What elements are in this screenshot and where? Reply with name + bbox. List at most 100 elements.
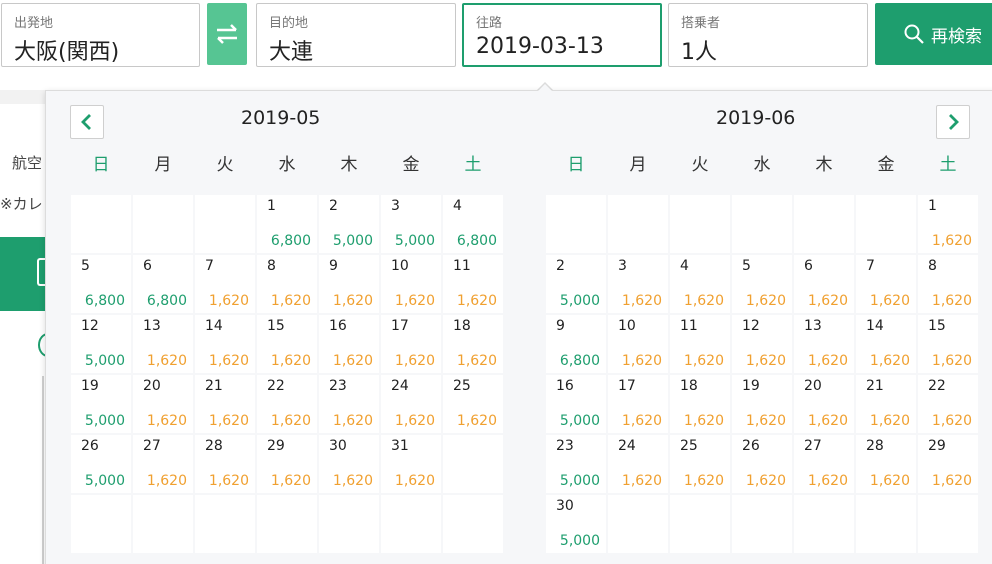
calendar-day-cell[interactable]: 2 5,000 [319,195,379,253]
calendar-day-cell[interactable]: 25 1,620 [670,435,730,493]
day-number: 23 [556,438,574,454]
calendar-day-cell[interactable]: 14 1,620 [195,315,255,373]
day-number: 31 [391,438,409,454]
swap-button[interactable] [207,3,247,65]
prev-month-button[interactable] [70,105,104,139]
destination-field[interactable]: 目的地 大連 [256,3,456,67]
calendar-day-cell[interactable]: 3 1,620 [608,255,668,313]
calendar-day-cell[interactable]: 4 1,620 [670,255,730,313]
calendar-day-cell[interactable]: 9 1,620 [319,255,379,313]
research-button-label: 再検索 [931,26,982,47]
calendar-day-cell[interactable]: 17 1,620 [381,315,441,373]
calendar-day-cell[interactable]: 18 1,620 [670,375,730,433]
calendar-day-cell[interactable]: 10 1,620 [381,255,441,313]
calendar-day-cell[interactable]: 5 1,620 [732,255,792,313]
calendar-day-cell[interactable]: 21 1,620 [856,375,916,433]
calendar-day-cell[interactable]: 13 1,620 [133,315,193,373]
weekday-header-may: 日 月 火 水 木 金 土 [70,150,504,175]
research-button[interactable]: 再検索 [875,3,992,65]
calendar-day-cell[interactable]: 18 1,620 [443,315,503,373]
day-price: 1,620 [931,233,972,249]
calendar-day-cell[interactable]: 19 5,000 [71,375,131,433]
calendar-day-cell[interactable]: 17 1,620 [608,375,668,433]
calendar-day-cell[interactable]: 14 1,620 [856,315,916,373]
calendar-day-cell[interactable]: 26 1,620 [732,435,792,493]
calendar-day-cell[interactable]: 15 1,620 [257,315,317,373]
calendar-day-cell[interactable]: 31 1,620 [381,435,441,493]
calendar-day-cell[interactable]: 4 6,800 [443,195,503,253]
date-value: 2019-03-13 [476,34,604,59]
calendar-day-cell[interactable]: 6 6,800 [133,255,193,313]
background-note: ※カレ [0,195,43,213]
empty-day-cell [670,495,730,553]
day-price: 1,620 [621,413,662,429]
day-price: 1,620 [807,293,848,309]
day-number: 21 [866,378,884,394]
destination-value: 大連 [269,40,314,65]
day-number: 1 [928,198,937,214]
calendar-day-cell[interactable]: 20 1,620 [133,375,193,433]
day-number: 15 [928,318,946,334]
empty-day-cell [443,435,503,493]
day-price: 1,620 [621,353,662,369]
calendar-day-cell[interactable]: 20 1,620 [794,375,854,433]
calendar-day-cell[interactable]: 12 5,000 [71,315,131,373]
calendar-day-cell[interactable]: 28 1,620 [195,435,255,493]
calendar-day-cell[interactable]: 11 1,620 [443,255,503,313]
day-price: 5,000 [559,473,600,489]
day-number: 18 [453,318,471,334]
calendar-day-cell[interactable]: 30 1,620 [319,435,379,493]
calendar-day-cell[interactable]: 13 1,620 [794,315,854,373]
day-price: 1,620 [745,473,786,489]
calendar-day-cell[interactable]: 16 1,620 [319,315,379,373]
calendar-day-cell[interactable]: 24 1,620 [381,375,441,433]
calendar-day-cell[interactable]: 28 1,620 [856,435,916,493]
calendar-day-cell[interactable]: 25 1,620 [443,375,503,433]
calendar-day-cell[interactable]: 11 1,620 [670,315,730,373]
day-price: 5,000 [559,413,600,429]
calendar-day-cell[interactable]: 5 6,800 [71,255,131,313]
calendar-day-cell[interactable]: 8 1,620 [918,255,978,313]
calendar-day-cell[interactable]: 23 5,000 [546,435,606,493]
day-number: 10 [618,318,636,334]
calendar-day-cell[interactable]: 29 1,620 [918,435,978,493]
calendar-day-cell[interactable]: 6 1,620 [794,255,854,313]
calendar-day-cell[interactable]: 22 1,620 [257,375,317,433]
calendar-day-cell[interactable]: 24 1,620 [608,435,668,493]
calendar-day-cell[interactable]: 15 1,620 [918,315,978,373]
calendar-day-cell[interactable]: 8 1,620 [257,255,317,313]
calendar-day-cell[interactable]: 2 5,000 [546,255,606,313]
day-price: 1,620 [621,293,662,309]
day-price: 1,620 [931,413,972,429]
empty-day-cell [608,195,668,253]
calendar-day-cell[interactable]: 19 1,620 [732,375,792,433]
month-title-may: 2019-05 [241,107,321,129]
calendar-day-cell[interactable]: 1 1,620 [918,195,978,253]
calendar-day-cell[interactable]: 10 1,620 [608,315,668,373]
day-number: 27 [143,438,161,454]
day-number: 29 [267,438,285,454]
empty-day-cell [608,495,668,553]
next-month-button[interactable] [936,105,970,139]
day-number: 25 [453,378,471,394]
date-field[interactable]: 往路 2019-03-13 [462,3,662,67]
calendar-day-cell[interactable]: 27 1,620 [794,435,854,493]
calendar-day-cell[interactable]: 22 1,620 [918,375,978,433]
calendar-day-cell[interactable]: 23 1,620 [319,375,379,433]
weekday-sun: 日 [567,155,585,175]
calendar-day-cell[interactable]: 16 5,000 [546,375,606,433]
origin-field[interactable]: 出発地 大阪(関西) [1,3,200,67]
passengers-field[interactable]: 搭乗者 1人 [668,3,868,67]
calendar-day-cell[interactable]: 30 5,000 [546,495,606,553]
calendar-day-cell[interactable]: 26 5,000 [71,435,131,493]
calendar-day-cell[interactable]: 9 6,800 [546,315,606,373]
day-number: 2 [556,258,565,274]
calendar-day-cell[interactable]: 12 1,620 [732,315,792,373]
calendar-day-cell[interactable]: 3 5,000 [381,195,441,253]
calendar-day-cell[interactable]: 7 1,620 [195,255,255,313]
calendar-day-cell[interactable]: 21 1,620 [195,375,255,433]
calendar-day-cell[interactable]: 7 1,620 [856,255,916,313]
calendar-day-cell[interactable]: 29 1,620 [257,435,317,493]
calendar-day-cell[interactable]: 27 1,620 [133,435,193,493]
calendar-day-cell[interactable]: 1 6,800 [257,195,317,253]
